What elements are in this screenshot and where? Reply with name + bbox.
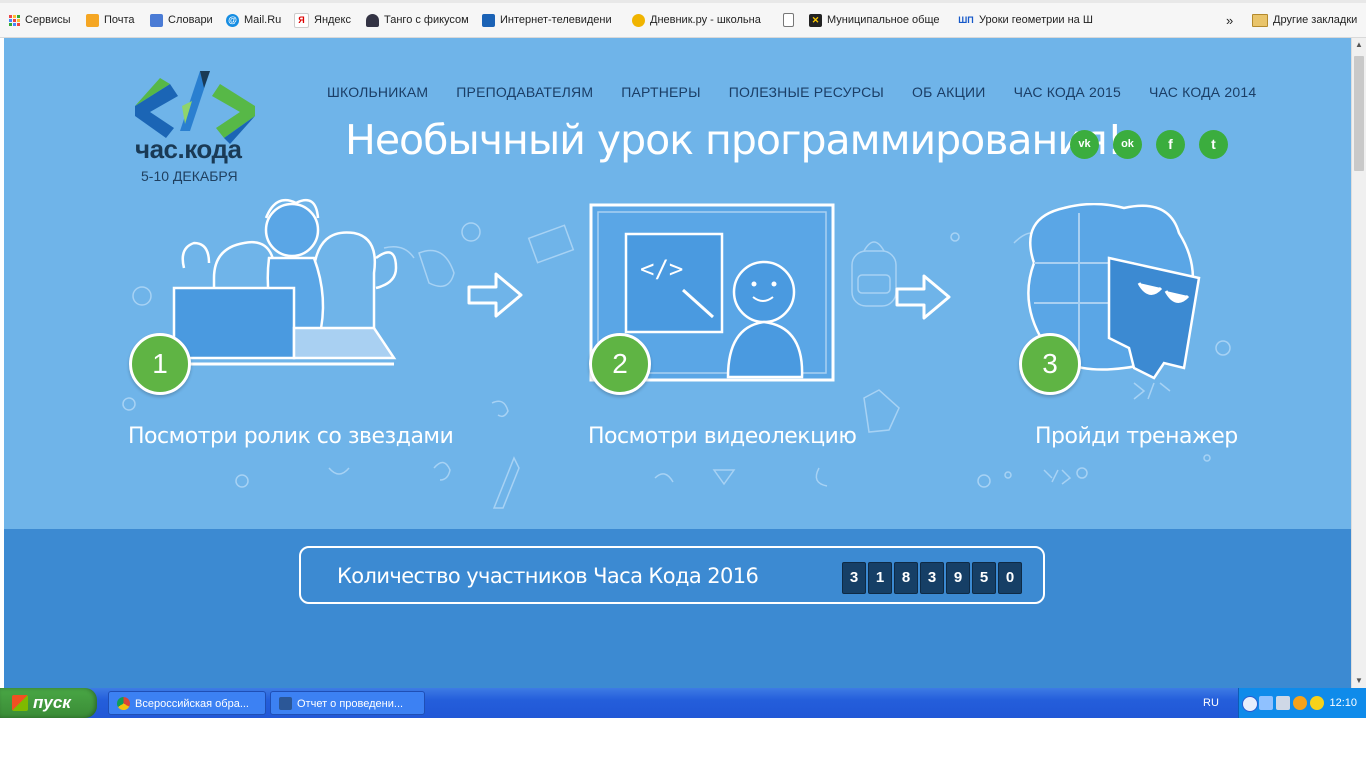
bookmark-services[interactable]: Сервисы <box>9 12 71 28</box>
step2-label[interactable]: Посмотри видеолекцию <box>588 424 857 449</box>
folder-icon <box>1252 13 1268 27</box>
bookmark-label: Уроки геометрии на Ш <box>979 14 1093 26</box>
step3-label[interactable]: Пройди тренажер <box>1035 424 1238 449</box>
counter-digit: 9 <box>946 562 970 594</box>
bookmark-label: Почта <box>104 14 135 26</box>
bookmark-label: Муниципальное обще <box>827 14 940 26</box>
bookmark-mailru[interactable]: @ Mail.Ru <box>226 12 281 28</box>
step3-badge[interactable]: 3 <box>1019 333 1081 395</box>
network-icon[interactable] <box>1259 696 1273 710</box>
step2-badge[interactable]: 2 <box>589 333 651 395</box>
settings-icon[interactable] <box>1276 696 1290 710</box>
nav-hour-2015[interactable]: ЧАС КОДА 2015 <box>1014 84 1121 100</box>
word-icon <box>279 697 292 710</box>
bookmark-geometry[interactable]: ШП Уроки геометрии на Ш <box>958 12 1093 28</box>
clock[interactable]: 12:10 <box>1329 688 1357 718</box>
bookmark-label: Mail.Ru <box>244 14 282 26</box>
bookmark-tango[interactable]: Танго с фикусом <box>366 12 469 28</box>
system-tray: 12:10 <box>1238 688 1366 718</box>
person-icon <box>366 13 379 27</box>
counter-digit: 3 <box>920 562 944 594</box>
bookmark-other[interactable]: Другие закладки <box>1252 12 1357 28</box>
participants-counter-digits: 3 1 8 3 9 5 0 <box>842 562 1022 594</box>
bookmark-dnevnik[interactable]: Дневник.ру - школьна <box>632 12 761 28</box>
arrow-right-icon <box>467 272 523 318</box>
bookmark-municipal[interactable]: ✕ Муниципальное обще <box>809 12 940 28</box>
tv-icon <box>482 13 495 27</box>
scroll-up-arrow-icon[interactable]: ▲ <box>1352 38 1366 52</box>
step1-label[interactable]: Посмотри ролик со звездами <box>128 424 454 449</box>
bookmark-label: Интернет-телевидени <box>500 14 612 26</box>
counter-digit: 3 <box>842 562 866 594</box>
facebook-icon[interactable]: f <box>1156 130 1185 159</box>
mail-icon <box>86 13 99 27</box>
bookmark-mail[interactable]: Почта <box>86 12 135 28</box>
windows-taskbar: пуск Всероссийская обра... Отчет о прове… <box>0 688 1366 718</box>
antivirus-icon[interactable] <box>1293 696 1307 710</box>
step1-badge[interactable]: 1 <box>129 333 191 395</box>
page-scrollbar[interactable]: ▲ ▼ <box>1351 38 1366 688</box>
mailru-icon: @ <box>226 13 239 27</box>
bookmark-dictionaries[interactable]: Словари <box>150 12 213 28</box>
hero-section: час.кода 5-10 ДЕКАБРЯ ШКОЛЬНИКАМ ПРЕПОДА… <box>4 38 1351 529</box>
main-nav: ШКОЛЬНИКАМ ПРЕПОДАВАТЕЛЯМ ПАРТНЕРЫ ПОЛЕЗ… <box>327 84 1284 100</box>
language-indicator[interactable]: RU <box>1203 688 1219 718</box>
scrollbar-thumb[interactable] <box>1354 56 1364 171</box>
vk-icon[interactable]: vk <box>1070 130 1099 159</box>
bookmarks-overflow-button[interactable]: » <box>1226 12 1233 28</box>
start-button[interactable]: пуск <box>0 688 97 718</box>
task-browser[interactable]: Всероссийская обра... <box>108 691 266 715</box>
windows-flag-icon <box>12 695 28 711</box>
nav-partners[interactable]: ПАРТНЕРЫ <box>621 84 700 100</box>
counter-digit: 8 <box>894 562 918 594</box>
yandex-icon: Я <box>294 12 309 28</box>
bookmark-label: Яндекс <box>314 14 351 26</box>
page-icon <box>783 13 794 27</box>
browser-toolbar-edge <box>0 0 1366 3</box>
chrome-icon <box>117 697 130 710</box>
nav-students[interactable]: ШКОЛЬНИКАМ <box>327 84 428 100</box>
counter-digit: 1 <box>868 562 892 594</box>
odnoklassniki-icon[interactable]: ok <box>1113 130 1142 159</box>
bookmark-label: Дневник.ру - школьна <box>650 14 761 26</box>
task-word[interactable]: Отчет о проведени... <box>270 691 425 715</box>
event-dates: 5-10 ДЕКАБРЯ <box>141 168 238 184</box>
scroll-down-arrow-icon[interactable]: ▼ <box>1352 674 1366 688</box>
page-headline: Необычный урок программирования! <box>345 116 1123 164</box>
counter-digit: 0 <box>998 562 1022 594</box>
start-label: пуск <box>33 693 71 712</box>
step1-illustration-icon[interactable] <box>154 198 434 398</box>
bookmark-label: Словари <box>168 14 213 26</box>
bookmark-label: Другие закладки <box>1273 14 1358 26</box>
nav-resources[interactable]: ПОЛЕЗНЫЕ РЕСУРСЫ <box>729 84 884 100</box>
nav-teachers[interactable]: ПРЕПОДАВАТЕЛЯМ <box>456 84 593 100</box>
twitter-icon[interactable]: t <box>1199 130 1228 159</box>
participants-counter-title: Количество участников Часа Кода 2016 <box>337 564 759 588</box>
apps-grid-icon <box>9 14 20 26</box>
task-label: Отчет о проведени... <box>297 698 404 710</box>
bookmark-yandex[interactable]: Я Яндекс <box>294 12 351 28</box>
arrow-right-icon <box>895 274 951 320</box>
bookmark-label: Сервисы <box>25 14 71 26</box>
nav-about[interactable]: ОБ АКЦИИ <box>912 84 986 100</box>
overflow-label: » <box>1226 12 1234 28</box>
logo-text: час.кода <box>135 134 242 164</box>
tray-expand-icon[interactable] <box>1242 696 1258 712</box>
diary-icon <box>632 13 645 27</box>
bookmarks-bar: Сервисы Почта Словари @ Mail.Ru Я Яндекс… <box>0 0 1366 38</box>
messenger-icon[interactable] <box>1310 696 1324 710</box>
shp-icon: ШП <box>958 14 974 25</box>
bookmark-internet-tv[interactable]: Интернет-телевидени <box>482 12 612 28</box>
task-label: Всероссийская обра... <box>135 698 249 710</box>
svg-text:</>: </> <box>640 255 683 283</box>
bookmark-page[interactable] <box>783 12 799 28</box>
bookmark-label: Танго с фикусом <box>384 14 469 26</box>
counter-digit: 5 <box>972 562 996 594</box>
dictionary-icon <box>150 13 163 27</box>
nav-hour-2014[interactable]: ЧАС КОДА 2014 <box>1149 84 1256 100</box>
municipal-icon: ✕ <box>809 13 822 27</box>
